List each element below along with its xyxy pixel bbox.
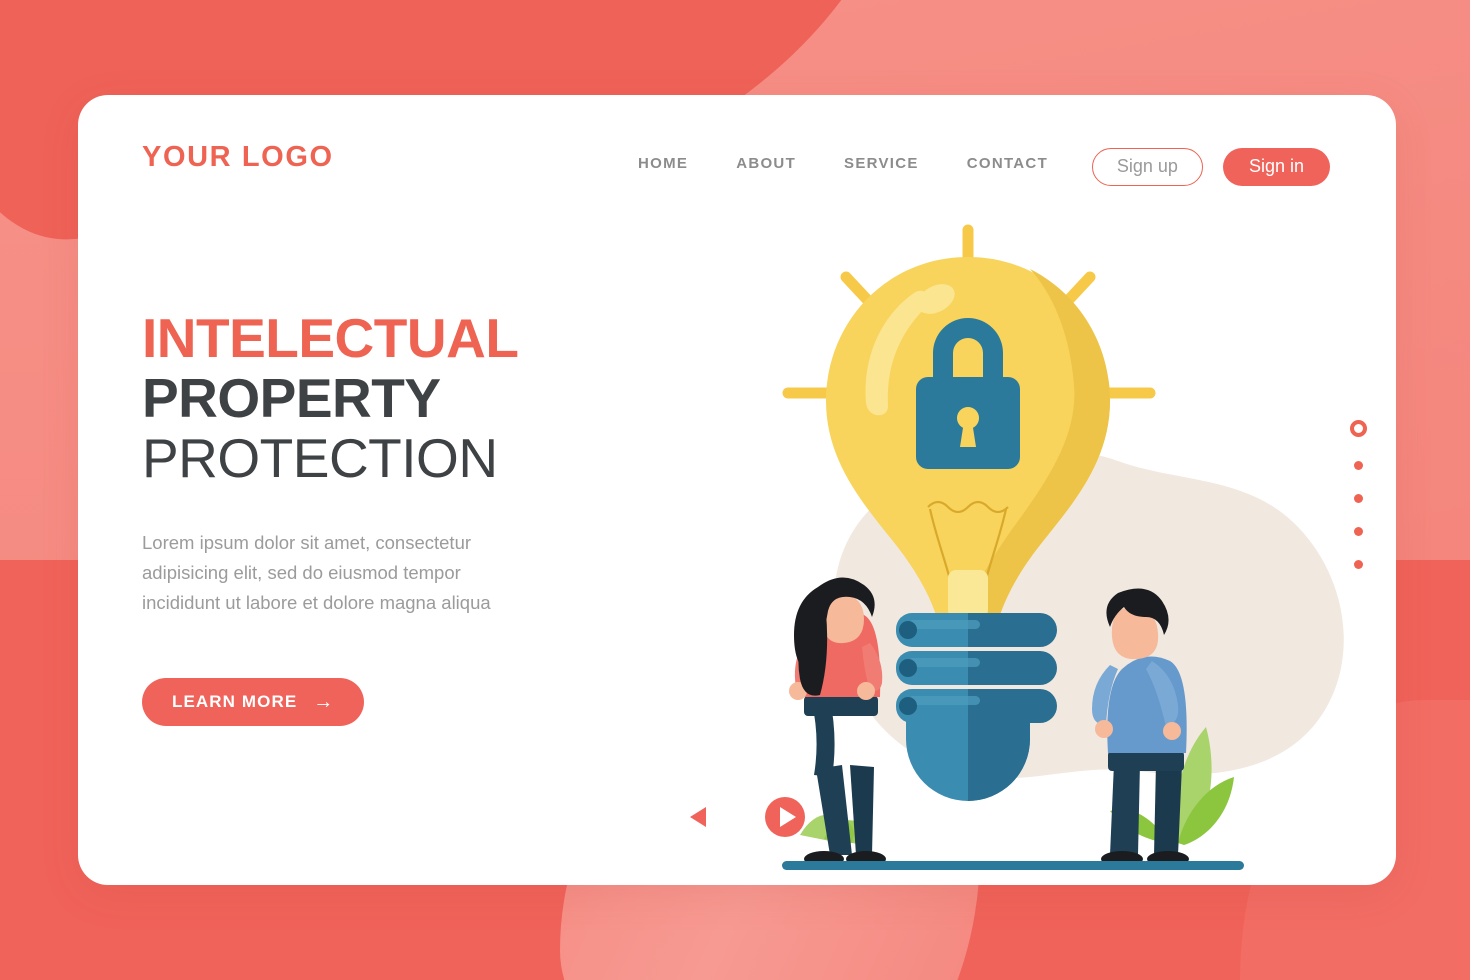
learn-more-label: LEARN MORE: [172, 692, 298, 712]
nav-item-about[interactable]: ABOUT: [736, 155, 796, 172]
hero-illustration: [778, 215, 1378, 885]
carousel-dot-1[interactable]: [1350, 420, 1367, 437]
ground-line: [782, 861, 1244, 870]
carousel-dot-5[interactable]: [1354, 560, 1363, 569]
nav-item-home[interactable]: HOME: [638, 155, 688, 172]
headline-line-2: PROPERTY: [142, 367, 441, 430]
nav-item-contact[interactable]: CONTACT: [967, 155, 1048, 172]
triangle-left-icon: [690, 807, 706, 827]
carousel-dot-3[interactable]: [1354, 494, 1363, 503]
hero-content: INTELECTUAL PROPERTY PROTECTION Lorem ip…: [142, 310, 662, 727]
filament-stem: [948, 570, 988, 618]
site-logo[interactable]: YOUR LOGO: [142, 141, 334, 174]
carousel-controls: [683, 795, 807, 839]
landing-page-card: YOUR LOGO HOME ABOUT SERVICE CONTACT Sig…: [78, 95, 1396, 885]
auth-buttons: Sign up Sign in: [1091, 148, 1330, 186]
hero-paragraph: Lorem ipsum dolor sit amet, consectetur …: [142, 532, 491, 614]
next-slide-button[interactable]: [763, 795, 807, 839]
arrow-right-icon: →: [313, 691, 335, 714]
page-title: INTELECTUAL PROPERTY PROTECTION: [142, 310, 662, 486]
headline-line-3: PROTECTION: [142, 427, 498, 490]
prev-slide-button[interactable]: [683, 801, 715, 833]
carousel-dot-4[interactable]: [1354, 527, 1363, 536]
carousel-dot-2[interactable]: [1354, 461, 1363, 470]
nav-item-service[interactable]: SERVICE: [844, 155, 919, 172]
site-header: YOUR LOGO HOME ABOUT SERVICE CONTACT Sig…: [78, 95, 1396, 225]
headline-line-1: INTELECTUAL: [142, 307, 519, 369]
learn-more-button[interactable]: LEARN MORE →: [142, 678, 365, 727]
main-navigation: HOME ABOUT SERVICE CONTACT: [638, 155, 1048, 172]
sign-in-button[interactable]: Sign in: [1222, 148, 1330, 186]
sign-up-button[interactable]: Sign up: [1091, 148, 1203, 186]
carousel-dots: [1350, 420, 1367, 569]
